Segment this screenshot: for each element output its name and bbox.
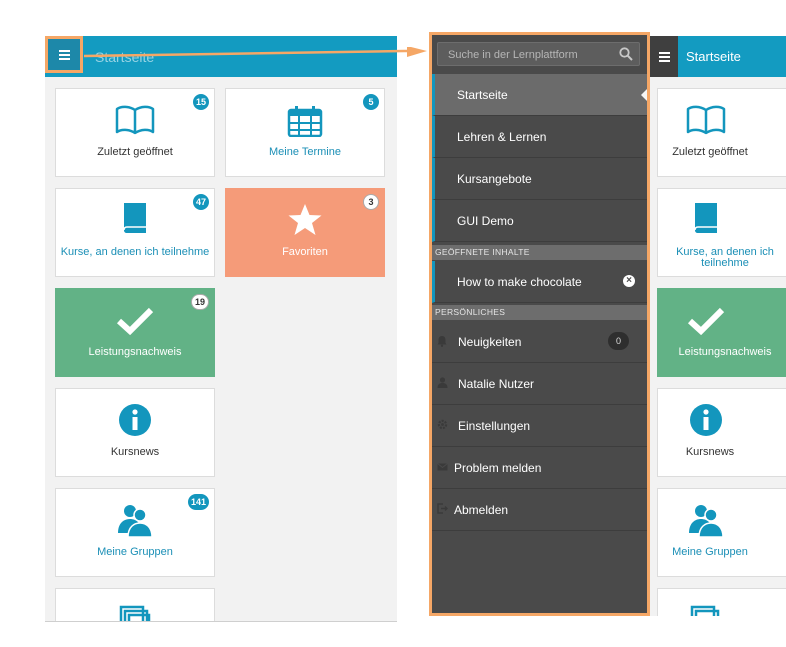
menu-item-label: Startseite	[457, 88, 508, 102]
tile-label: Meine Gruppen	[672, 546, 748, 558]
tile-label: Leistungsnachweis	[88, 346, 182, 358]
tile-label: Kurse, an denen ich teilnehme	[676, 246, 774, 269]
menu-item-label: Lehren & Lernen	[457, 130, 547, 144]
bell-icon	[437, 336, 447, 347]
hamburger-icon	[58, 49, 70, 60]
badge: 5	[363, 94, 379, 110]
search-placeholder: Suche in der Lernplattform	[448, 49, 578, 61]
tile-performance-record[interactable]: 19 Leistungsnachweis	[55, 288, 215, 377]
menu-toggle-button[interactable]	[650, 36, 678, 77]
tile-favorites[interactable]: 3 Favoriten	[225, 188, 385, 277]
tile-my-groups[interactable]: 141 Meine Gruppen	[55, 488, 215, 577]
menu-item-logout[interactable]: Abmelden	[432, 489, 647, 531]
tile-label: Zuletzt geöffnet	[97, 146, 173, 158]
notification-count: 0	[608, 332, 629, 350]
menu-item-label: GUI Demo	[457, 214, 514, 228]
book-icon	[686, 105, 726, 135]
right-app-screen: Startseite Zuletzt geöffnet Kurse, an de…	[650, 36, 786, 616]
left-app-screen: Startseite 15 Zuletzt geöffnet 5 Meine T…	[45, 36, 397, 622]
menu-item-report-problem[interactable]: Problem melden	[432, 447, 647, 489]
checkmark-icon	[688, 307, 725, 335]
menu-item-course-offers[interactable]: Kursangebote	[432, 158, 647, 200]
menu-item-news[interactable]: Neuigkeiten 0	[432, 321, 647, 363]
logout-icon	[437, 503, 448, 514]
section-open-contents: GEÖFFNETE INHALTE	[432, 245, 647, 260]
gear-icon	[437, 419, 448, 430]
side-menu: Suche in der Lernplattform Startseite Le…	[429, 32, 650, 616]
info-icon	[119, 404, 151, 436]
tile-recently-opened[interactable]: Zuletzt geöffnet	[657, 88, 786, 177]
stack-icon	[119, 605, 151, 621]
tile-partial[interactable]	[657, 588, 786, 616]
tile-my-appointments[interactable]: 5 Meine Termine	[225, 88, 385, 177]
course-book-icon	[123, 203, 146, 233]
badge: 141	[187, 494, 209, 510]
menu-item-label: Problem melden	[454, 461, 542, 475]
menu-item-label: How to make chocolate	[457, 275, 582, 289]
tile-my-courses[interactable]: 47 Kurse, an denen ich teilnehme	[55, 188, 215, 277]
tile-course-news[interactable]: Kursnews	[55, 388, 215, 477]
tile-label: Leistungsnachweis	[678, 346, 772, 358]
tile-my-courses[interactable]: Kurse, an denen ich teilnehme	[657, 188, 786, 277]
menu-item-teaching-learning[interactable]: Lehren & Lernen	[432, 116, 647, 158]
menu-item-gui-demo[interactable]: GUI Demo	[432, 200, 647, 242]
active-indicator-icon	[641, 89, 647, 101]
hamburger-icon	[658, 51, 670, 62]
menu-item-label: Neuigkeiten	[458, 335, 522, 349]
course-book-icon	[694, 203, 718, 233]
close-icon[interactable]: ×	[623, 275, 635, 287]
calendar-icon	[287, 106, 323, 137]
badge: 15	[192, 94, 209, 110]
tile-label: Kurse, an denen ich teilnehme	[60, 246, 210, 258]
menu-item-settings[interactable]: Einstellungen	[432, 405, 647, 447]
header-title: Startseite	[686, 49, 741, 64]
tile-performance-record[interactable]: Leistungsnachweis	[657, 288, 786, 377]
tile-label: Meine Gruppen	[97, 546, 173, 558]
tile-partial[interactable]	[55, 588, 215, 621]
menu-item-startseite[interactable]: Startseite	[432, 74, 647, 116]
menu-item-label: Abmelden	[454, 503, 509, 517]
tile-label: Kursnews	[685, 446, 735, 458]
open-item-chocolate[interactable]: How to make chocolate ×	[432, 261, 647, 303]
section-personal: PERSÖNLICHES	[432, 305, 647, 320]
badge: 47	[192, 194, 209, 210]
stack-icon	[690, 605, 720, 616]
tile-label: Meine Termine	[269, 146, 341, 158]
menu-item-label: Kursangebote	[457, 172, 532, 186]
menu-toggle-button[interactable]	[45, 36, 83, 73]
tile-my-groups[interactable]: Meine Gruppen	[657, 488, 786, 577]
app-header: Startseite	[650, 36, 786, 77]
envelope-icon	[437, 463, 448, 471]
tile-label: Favoriten	[282, 246, 328, 258]
star-icon	[288, 204, 322, 235]
tile-label: Kursnews	[110, 446, 160, 458]
checkmark-icon	[116, 307, 154, 335]
search-input[interactable]: Suche in der Lernplattform	[437, 42, 640, 66]
menu-item-user[interactable]: Natalie Nutzer	[432, 363, 647, 405]
menu-item-label: Einstellungen	[458, 419, 531, 433]
user-icon	[437, 377, 448, 388]
group-icon	[118, 505, 153, 537]
badge: 3	[363, 194, 379, 210]
badge: 19	[190, 294, 209, 310]
info-icon	[690, 404, 723, 436]
search-icon[interactable]	[619, 47, 633, 61]
connector-arrow	[84, 47, 427, 58]
tile-course-news[interactable]: Kursnews	[657, 388, 786, 477]
menu-item-label: Natalie Nutzer	[458, 377, 535, 391]
group-icon	[689, 505, 724, 537]
book-icon	[115, 105, 155, 135]
tile-label: Zuletzt geöffnet	[672, 146, 748, 158]
tile-recently-opened[interactable]: 15 Zuletzt geöffnet	[55, 88, 215, 177]
